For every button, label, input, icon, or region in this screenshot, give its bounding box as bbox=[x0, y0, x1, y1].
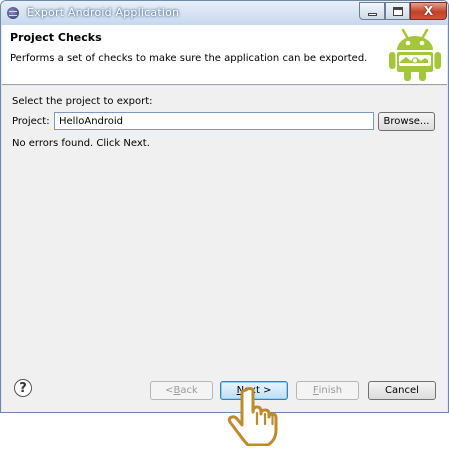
project-label: Project: bbox=[12, 116, 50, 127]
eclipse-icon bbox=[7, 7, 19, 19]
back-mnemonic: B bbox=[173, 385, 181, 396]
hand-cursor-icon bbox=[227, 387, 278, 446]
cancel-button[interactable]: Cancel bbox=[368, 381, 436, 400]
browse-button[interactable]: Browse... bbox=[378, 112, 435, 131]
button-bar: ? < Back Next > Finish Cancel bbox=[2, 356, 447, 412]
finish-button[interactable]: Finish bbox=[296, 381, 359, 400]
close-icon: X bbox=[423, 4, 434, 18]
close-button[interactable]: X bbox=[410, 2, 447, 20]
maximize-button[interactable] bbox=[385, 2, 410, 20]
wizard-banner: Project Checks Performs a set of checks … bbox=[2, 25, 447, 85]
title-bar[interactable]: Export Android Application X bbox=[1, 1, 448, 25]
back-label-rest: ack bbox=[180, 385, 198, 396]
page-title: Project Checks bbox=[10, 31, 102, 44]
content-area: Select the project to export: Project: B… bbox=[2, 86, 447, 356]
android-robot-icon bbox=[389, 28, 441, 81]
finish-label-rest: inish bbox=[318, 385, 343, 396]
minimize-icon bbox=[367, 12, 377, 16]
window-title: Export Android Application bbox=[27, 6, 180, 19]
project-input[interactable] bbox=[54, 112, 374, 130]
back-label-prefix: < bbox=[165, 385, 174, 396]
help-icon[interactable]: ? bbox=[14, 379, 32, 397]
back-button[interactable]: < Back bbox=[150, 381, 213, 400]
minimize-button[interactable] bbox=[359, 2, 385, 20]
status-message: No errors found. Click Next. bbox=[12, 138, 150, 149]
select-project-label: Select the project to export: bbox=[12, 96, 153, 107]
export-dialog: Export Android Application X Project Che… bbox=[0, 0, 449, 413]
maximize-icon bbox=[392, 6, 403, 16]
page-description: Performs a set of checks to make sure th… bbox=[10, 53, 368, 64]
